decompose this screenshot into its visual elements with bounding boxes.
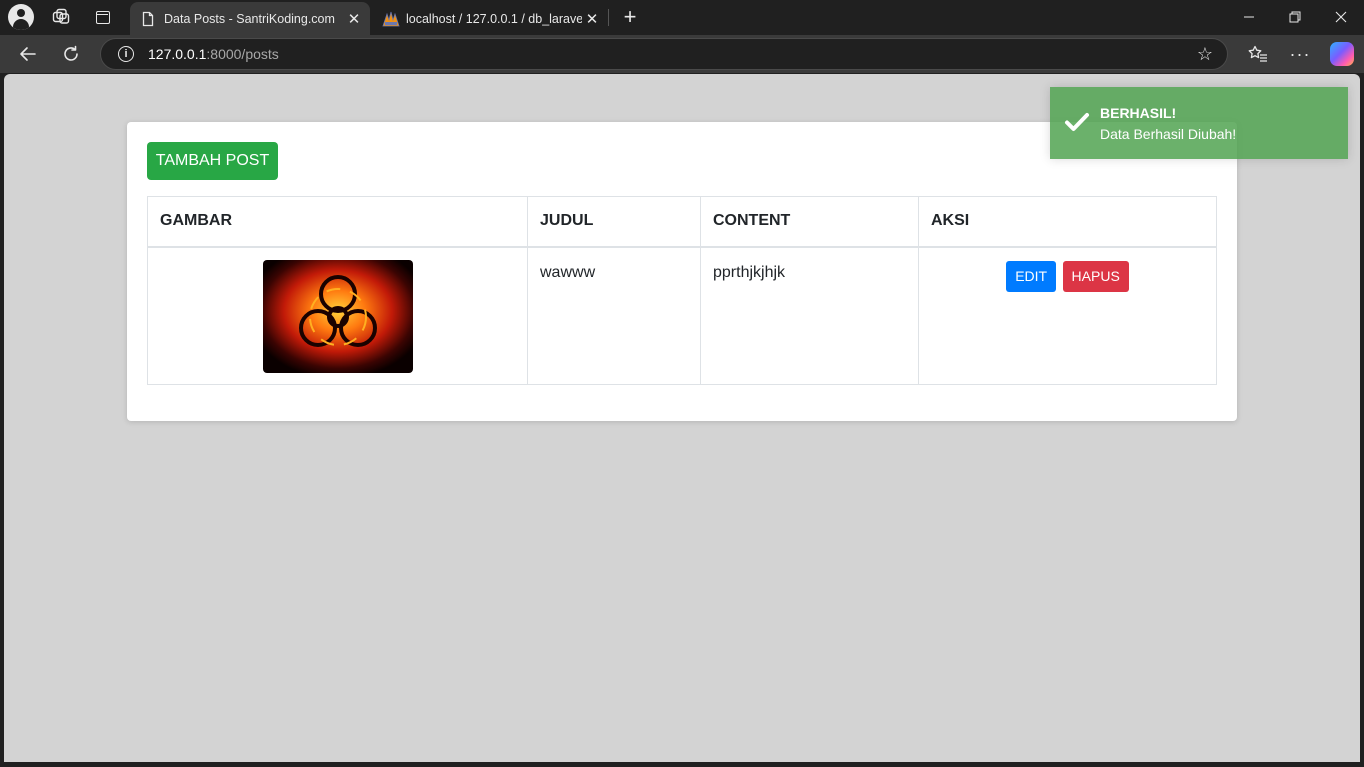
header-aksi: AKSI — [918, 196, 1217, 248]
posts-card: TAMBAH POST GAMBAR JUDUL CONTENT AKSI wa… — [127, 122, 1237, 421]
new-tab-plus-icon[interactable]: + — [618, 4, 642, 29]
minimize-icon[interactable] — [1226, 0, 1272, 34]
toast-title: BERHASIL! — [1100, 105, 1177, 121]
post-title-cell: wawww — [527, 246, 701, 385]
delete-button[interactable]: HAPUS — [1062, 260, 1129, 292]
tab-title: Data Posts - SantriKoding.com — [164, 11, 335, 26]
post-thumbnail-image — [262, 259, 413, 373]
browser-toolbar: i 127.0.0.1:8000/posts ☆ ··· — [0, 35, 1364, 73]
posts-table: GAMBAR JUDUL CONTENT AKSI wawww pprthjkj… — [147, 196, 1217, 385]
header-gambar: GAMBAR — [147, 196, 528, 248]
success-toast[interactable]: BERHASIL! Data Berhasil Diubah! — [1050, 87, 1348, 159]
tab-title: localhost / 127.0.0.1 / db_laravel_1 — [406, 11, 582, 26]
address-bar[interactable]: i 127.0.0.1:8000/posts ☆ — [100, 38, 1228, 70]
page-viewport: TAMBAH POST GAMBAR JUDUL CONTENT AKSI wa… — [4, 74, 1360, 762]
copilot-icon[interactable] — [1330, 42, 1354, 66]
post-image-cell — [147, 246, 528, 385]
url-path: :8000/posts — [206, 46, 279, 62]
tab-phpmyadmin[interactable]: localhost / 127.0.0.1 / db_laravel_1 ✕ — [372, 2, 608, 35]
workspaces-icon[interactable] — [50, 6, 72, 28]
phpmyadmin-icon — [382, 11, 400, 27]
restore-icon[interactable] — [1272, 0, 1318, 34]
tab-bar: Data Posts - SantriKoding.com ✕ localhos… — [0, 0, 1364, 35]
post-actions-cell: EDIT HAPUS — [918, 246, 1217, 385]
profile-avatar-icon[interactable] — [8, 4, 34, 30]
reload-icon[interactable] — [57, 40, 85, 68]
favorites-icon[interactable] — [1244, 40, 1272, 68]
tab-actions-icon[interactable] — [92, 6, 114, 28]
url-host: 127.0.0.1 — [148, 46, 207, 62]
toast-message: Data Berhasil Diubah! — [1100, 126, 1237, 142]
back-arrow-icon[interactable] — [14, 40, 42, 68]
close-tab-icon[interactable]: ✕ — [344, 9, 364, 29]
table-header-row: GAMBAR JUDUL CONTENT AKSI — [147, 196, 1217, 248]
page-icon — [140, 11, 156, 27]
tab-separator — [608, 9, 609, 26]
site-info-icon[interactable]: i — [118, 46, 134, 62]
checkmark-icon — [1064, 109, 1090, 135]
close-tab-icon[interactable]: ✕ — [582, 9, 602, 29]
header-judul: JUDUL — [527, 196, 701, 248]
post-content-cell: pprthjkjhjk — [700, 246, 919, 385]
edit-button[interactable]: EDIT — [1006, 260, 1057, 292]
tab-data-posts[interactable]: Data Posts - SantriKoding.com ✕ — [130, 2, 370, 35]
add-post-button[interactable]: TAMBAH POST — [147, 142, 278, 180]
close-window-icon[interactable] — [1318, 0, 1364, 34]
table-row: wawww pprthjkjhjk EDIT HAPUS — [147, 246, 1217, 385]
header-content: CONTENT — [700, 196, 919, 248]
favorite-star-icon[interactable]: ☆ — [1197, 44, 1213, 65]
more-options-icon[interactable]: ··· — [1286, 40, 1314, 68]
window-bottom-edge — [0, 762, 1364, 767]
